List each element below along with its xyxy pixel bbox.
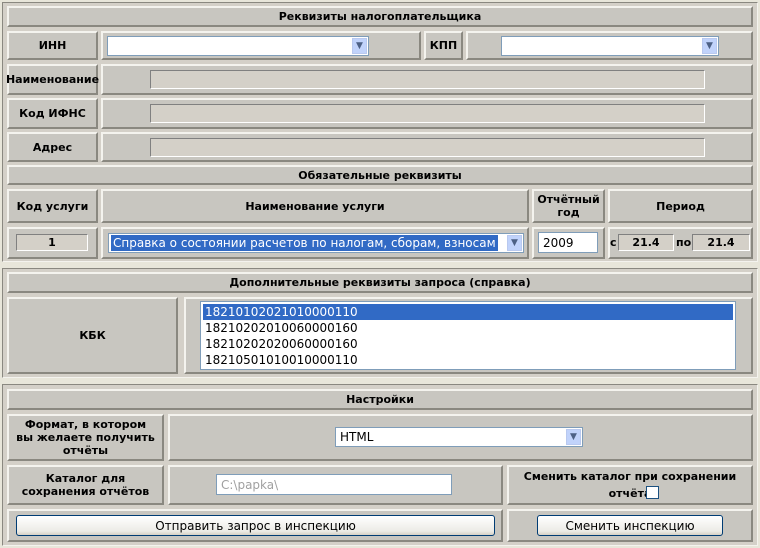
chevron-down-icon[interactable]: ▼	[566, 429, 581, 445]
chevron-down-icon[interactable]: ▼	[507, 235, 522, 251]
kbk-label: КБК	[7, 297, 178, 374]
period-to-value: 21.4	[692, 234, 750, 251]
address-field[interactable]	[150, 138, 705, 157]
ifns-label: Код ИФНС	[7, 98, 98, 129]
settings-section-title: Настройки	[7, 389, 753, 410]
service-code-header: Код услуги	[7, 189, 98, 223]
kbk-listbox[interactable]: 18210102021010000110 1821020201006000016…	[200, 301, 736, 370]
folder-input[interactable]: C:\papka\	[216, 474, 452, 495]
change-folder-label: Сменить каталог при сохранении отчёта	[523, 470, 737, 500]
period-from-value: 21.4	[618, 234, 674, 251]
taxpayer-section-title: Реквизиты налогоплательщика	[7, 6, 753, 27]
chevron-down-icon[interactable]: ▼	[352, 38, 367, 54]
kbk-list-item[interactable]: 18210202020060000160	[203, 336, 733, 352]
kpp-select[interactable]: ▼	[501, 36, 719, 56]
service-name-header: Наименование услуги	[101, 189, 529, 223]
period-to-label: по	[676, 236, 692, 249]
send-request-button[interactable]: Отправить запрос в инспекцию	[16, 515, 495, 536]
format-select[interactable]: HTML ▼	[335, 427, 583, 447]
folder-label: Каталог для сохранения отчётов	[7, 465, 164, 505]
period-from-label: с	[610, 236, 617, 249]
ifns-field[interactable]	[150, 104, 705, 123]
kbk-list-item[interactable]: 18210102021010000110	[203, 304, 733, 320]
report-year-header: Отчётный год	[532, 189, 605, 223]
required-section-title: Обязательные реквизиты	[7, 165, 753, 185]
service-code-value: 1	[16, 234, 88, 251]
kbk-list-item[interactable]: 18210501010010000110	[203, 352, 733, 368]
address-label: Адрес	[7, 132, 98, 162]
period-header: Период	[608, 189, 753, 223]
chevron-down-icon[interactable]: ▼	[702, 38, 717, 54]
change-folder-cell: Сменить каталог при сохранении отчёта	[507, 465, 753, 505]
format-value: HTML	[340, 430, 374, 444]
inn-select[interactable]: ▼	[107, 36, 369, 56]
format-label: Формат, в котором вы желаете получить от…	[7, 414, 164, 461]
additional-section-title: Дополнительные реквизиты запроса (справк…	[7, 272, 753, 293]
inn-label: ИНН	[7, 31, 98, 60]
kpp-label: КПП	[424, 31, 463, 60]
service-name-value: Справка о состоянии расчетов по налогам,…	[111, 235, 498, 251]
change-folder-checkbox[interactable]	[646, 486, 659, 499]
change-inspection-button[interactable]: Сменить инспекцию	[537, 515, 723, 536]
service-name-select[interactable]: Справка о состоянии расчетов по налогам,…	[108, 233, 524, 253]
name-field[interactable]	[150, 70, 705, 89]
report-year-input[interactable]: 2009	[538, 232, 598, 253]
kbk-list-item[interactable]: 18210202010060000160	[203, 320, 733, 336]
name-label: Наименование	[6, 64, 99, 95]
